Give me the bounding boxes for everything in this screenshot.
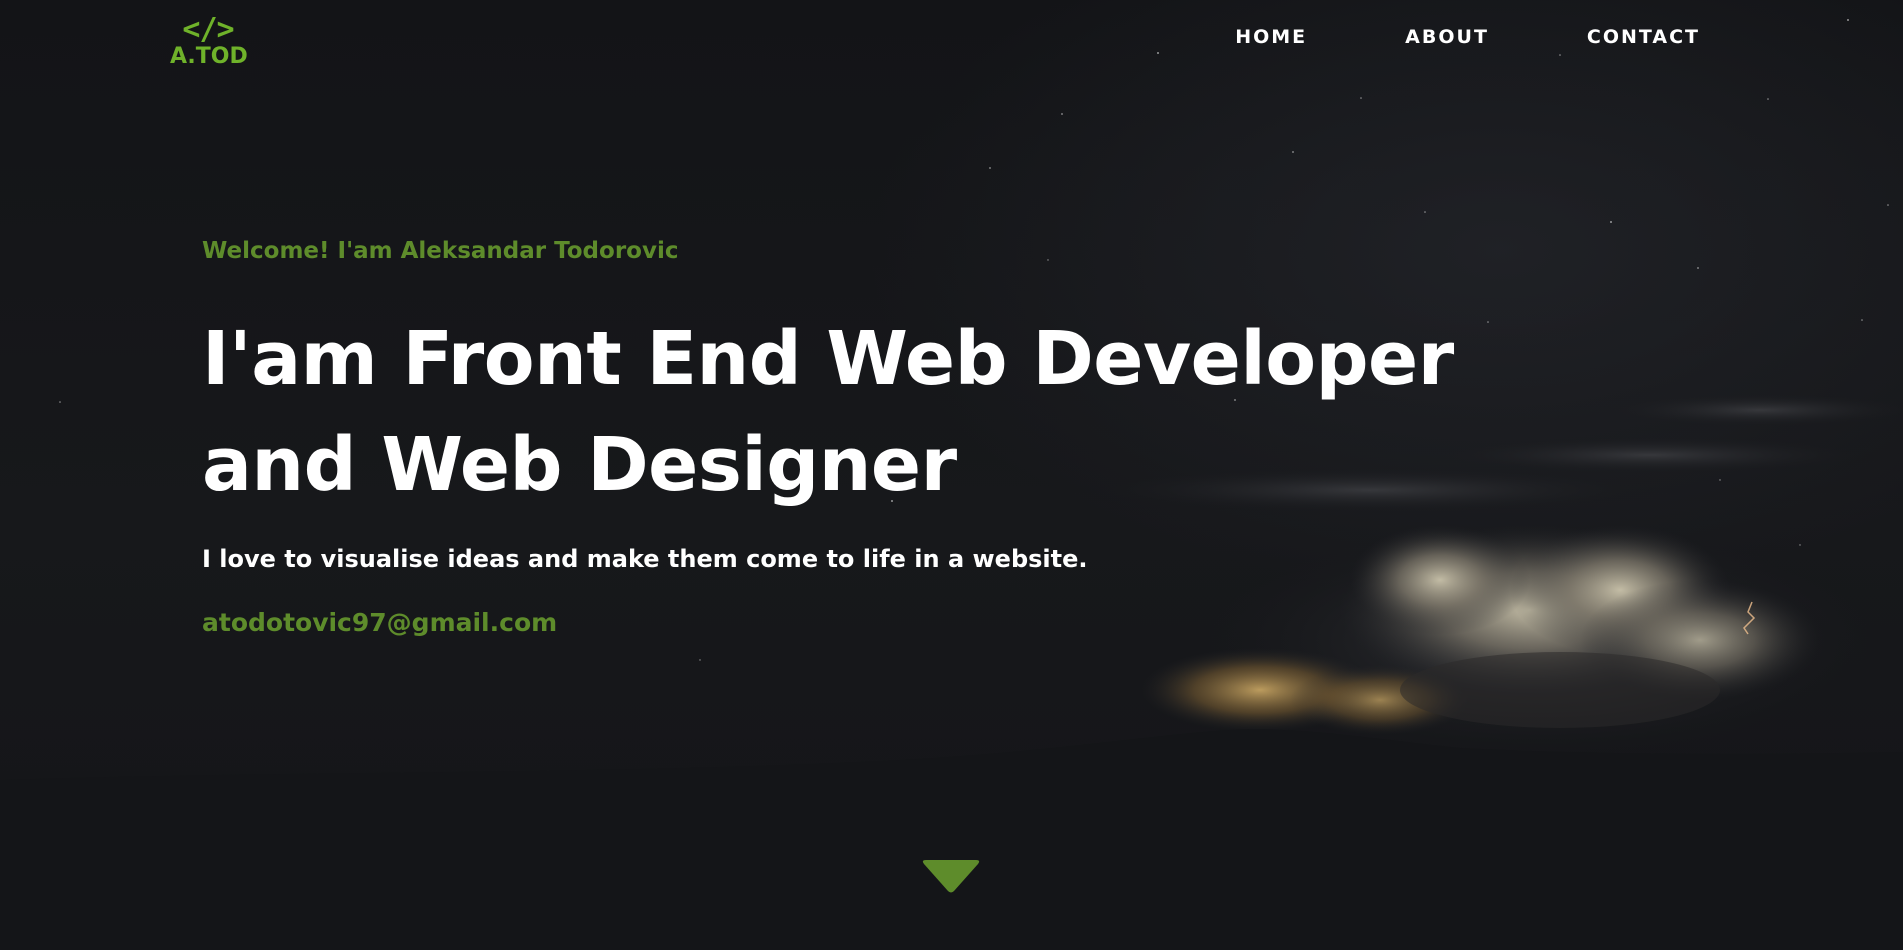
hero-headline: I'am Front End Web Developer and Web Des… — [202, 316, 1454, 508]
logo-text: A.TOD — [170, 44, 248, 69]
welcome-text: Welcome! I'am Aleksandar Todorovic — [202, 238, 679, 264]
nav-about[interactable]: ABOUT — [1405, 26, 1489, 48]
nav-contact[interactable]: CONTACT — [1587, 26, 1700, 48]
triangle-down-icon — [922, 860, 980, 893]
logo[interactable]: </> A.TOD — [170, 12, 248, 69]
email-link[interactable]: atodotovic97@gmail.com — [202, 608, 557, 638]
code-brackets-icon: </> — [182, 12, 234, 47]
nav-home[interactable]: HOME — [1235, 26, 1307, 48]
hero-section: Welcome! I'am Aleksandar Todorovic I'am … — [202, 236, 1702, 638]
scroll-down-button[interactable] — [920, 858, 982, 896]
hero-tagline: I love to visualise ideas and make them … — [202, 545, 1088, 573]
main-nav: HOME ABOUT CONTACT — [1235, 26, 1700, 48]
